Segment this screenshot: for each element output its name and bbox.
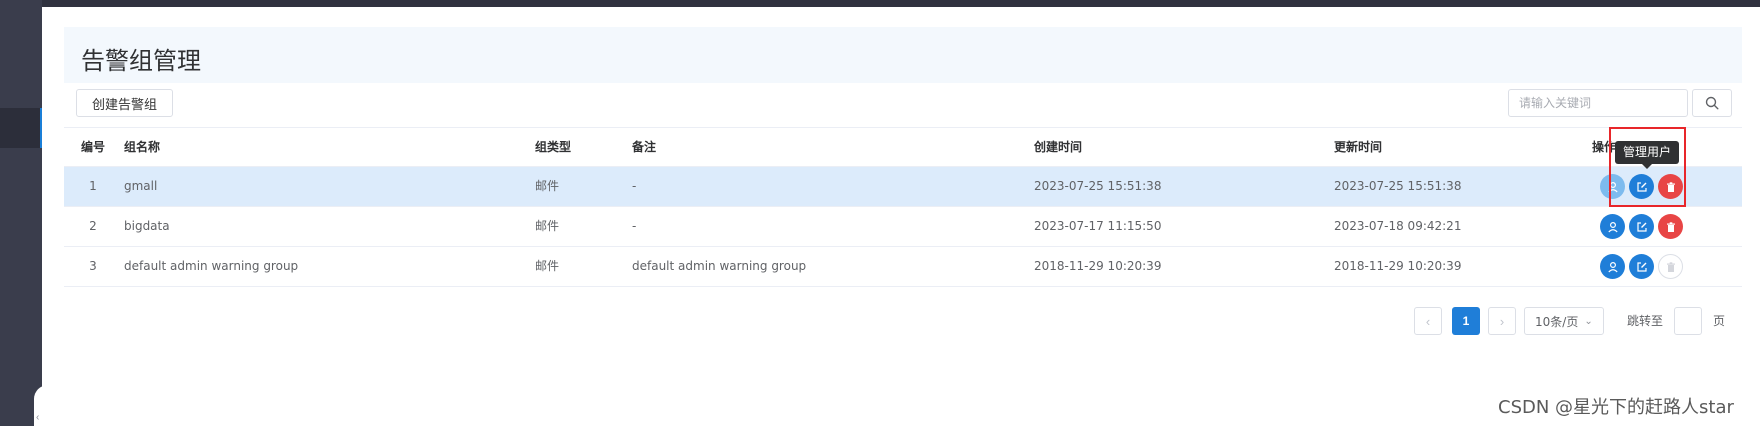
page-number-current[interactable]: 1 bbox=[1452, 307, 1480, 335]
page-suffix-label: 页 bbox=[1713, 314, 1726, 328]
edit-icon bbox=[1636, 221, 1647, 232]
table-header: 编号 组名称 组类型 备注 创建时间 更新时间 操作 bbox=[64, 127, 1742, 167]
row-no: 3 bbox=[89, 259, 97, 273]
row-note: default admin warning group bbox=[632, 259, 807, 273]
top-bar bbox=[0, 0, 1760, 7]
header-no: 编号 bbox=[80, 140, 105, 154]
manage-users-button[interactable] bbox=[1600, 254, 1625, 279]
page-size-select[interactable]: 10条/页 ⌄ bbox=[1524, 307, 1604, 335]
page-title: 告警组管理 bbox=[81, 47, 201, 75]
table-row[interactable]: 3 default admin warning group 邮件 default… bbox=[64, 247, 1742, 287]
row-updated: 2023-07-25 15:51:38 bbox=[1334, 179, 1462, 193]
header-note: 备注 bbox=[632, 140, 657, 154]
row-created: 2023-07-25 15:51:38 bbox=[1034, 179, 1162, 193]
row-note: - bbox=[632, 179, 637, 193]
title-bar: 告警组管理 bbox=[64, 27, 1742, 83]
trash-icon bbox=[1666, 221, 1675, 232]
row-name: default admin warning group bbox=[124, 259, 299, 273]
row-type: 邮件 bbox=[535, 219, 560, 233]
header-created: 创建时间 bbox=[1034, 140, 1083, 154]
collapse-chevron-icon[interactable]: ‹ bbox=[36, 412, 39, 423]
next-page-button[interactable]: › bbox=[1488, 307, 1516, 335]
header-type: 组类型 bbox=[535, 140, 572, 154]
row-created: 2023-07-17 11:15:50 bbox=[1034, 219, 1162, 233]
trash-icon bbox=[1666, 261, 1675, 272]
search-button[interactable] bbox=[1692, 89, 1732, 117]
row-no: 2 bbox=[89, 219, 97, 233]
sidebar-active-item[interactable] bbox=[0, 108, 42, 148]
edit-button[interactable] bbox=[1629, 214, 1654, 239]
watermark: CSDN @星光下的赶路人star bbox=[1498, 397, 1734, 418]
row-updated: 2018-11-29 10:20:39 bbox=[1334, 259, 1462, 273]
alert-group-table: 编号 组名称 组类型 备注 创建时间 更新时间 操作 1 gmall 邮件 - … bbox=[64, 127, 1742, 287]
main-content: 告警组管理 创建告警组 编号 组名称 组类型 备注 创建时间 更新时间 操作 1… bbox=[42, 7, 1760, 426]
row-actions bbox=[1600, 254, 1683, 279]
jump-page-input[interactable] bbox=[1674, 307, 1702, 335]
create-alert-group-button[interactable]: 创建告警组 bbox=[76, 89, 173, 117]
edit-button[interactable] bbox=[1629, 254, 1654, 279]
row-note: - bbox=[632, 219, 637, 233]
chevron-down-icon: ⌄ bbox=[1584, 315, 1593, 327]
delete-button-disabled bbox=[1658, 254, 1683, 279]
manage-users-tooltip: 管理用户 bbox=[1615, 141, 1680, 169]
search-icon bbox=[1705, 96, 1719, 110]
user-icon bbox=[1607, 261, 1618, 272]
row-updated: 2023-07-18 09:42:21 bbox=[1334, 219, 1462, 233]
edit-icon bbox=[1636, 261, 1647, 272]
row-type: 邮件 bbox=[535, 179, 560, 193]
search-input[interactable] bbox=[1508, 89, 1688, 117]
table-row[interactable]: 1 gmall 邮件 - 2023-07-25 15:51:38 2023-07… bbox=[64, 167, 1742, 207]
page-size-value: 10条/页 bbox=[1535, 314, 1579, 329]
row-type: 邮件 bbox=[535, 259, 560, 273]
header-name: 组名称 bbox=[124, 140, 161, 154]
table-row[interactable]: 2 bigdata 邮件 - 2023-07-17 11:15:50 2023-… bbox=[64, 207, 1742, 247]
sidebar: ‹ bbox=[0, 0, 50, 426]
prev-page-button[interactable]: ‹ bbox=[1414, 307, 1442, 335]
delete-button[interactable] bbox=[1658, 214, 1683, 239]
manage-users-button[interactable] bbox=[1600, 214, 1625, 239]
user-icon bbox=[1607, 221, 1618, 232]
row-created: 2018-11-29 10:20:39 bbox=[1034, 259, 1162, 273]
row-name: gmall bbox=[124, 179, 158, 193]
header-updated: 更新时间 bbox=[1334, 140, 1383, 154]
row-name: bigdata bbox=[124, 219, 170, 233]
chevron-right-icon: › bbox=[1499, 313, 1505, 329]
jump-label: 跳转至 bbox=[1627, 314, 1664, 328]
row-actions bbox=[1600, 214, 1683, 239]
chevron-left-icon: ‹ bbox=[1425, 313, 1431, 329]
row-no: 1 bbox=[89, 179, 97, 193]
